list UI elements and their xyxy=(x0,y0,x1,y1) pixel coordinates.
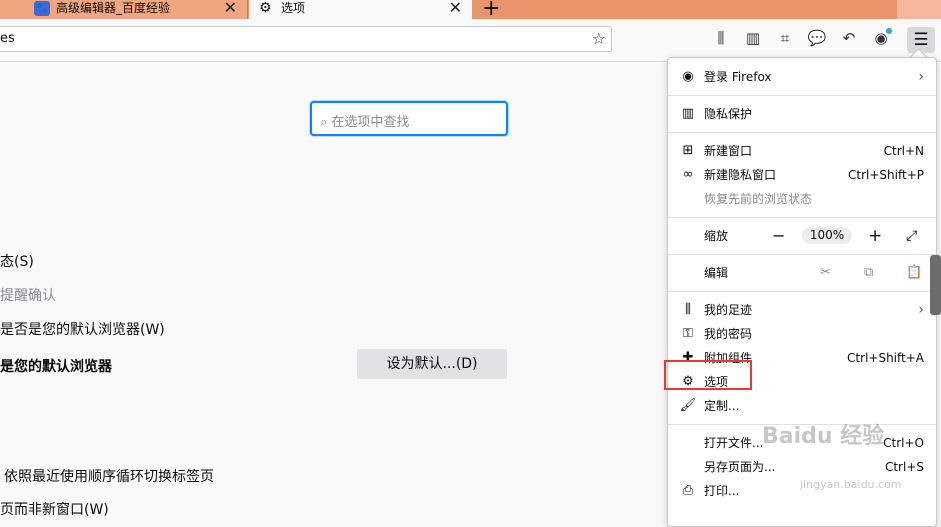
tab-strip: 🐾 高级编辑器_百度经验 ✕ ⚙ 选项 ✕ + xyxy=(0,0,941,21)
divider xyxy=(668,291,936,292)
chart-icon: ▥ xyxy=(681,106,695,121)
pref-open-links-tabs[interactable]: 页而非新窗口(W) xyxy=(0,499,109,519)
baidu-watermark: Baidu 经验 xyxy=(762,424,885,449)
undo-icon[interactable]: ↶ xyxy=(838,29,860,47)
notification-dot xyxy=(886,28,892,34)
close-tab-icon[interactable]: ✕ xyxy=(224,0,237,16)
menu-library[interactable]: ⫼ 我的足迹 › xyxy=(668,298,936,322)
zoom-in-button[interactable]: + xyxy=(868,224,882,248)
library-icon: ⫼ xyxy=(685,302,691,317)
pref-default-status: 是您的默认浏览器 xyxy=(0,359,112,375)
app-menu-panel: ◉ 登录 Firefox › ▥ 隐私保护 ⊞ 新建窗口 Ctrl+N ∞ 新建… xyxy=(667,57,937,527)
brush-icon: 🖌 xyxy=(679,398,697,413)
tab-label: 高级编辑器_百度经验 xyxy=(56,1,171,15)
chevron-right-icon: › xyxy=(918,302,924,318)
printer-icon: ⎙ xyxy=(682,483,694,498)
fullscreen-icon[interactable]: ⤢ xyxy=(906,224,917,248)
menu-logins[interactable]: ⚿ 我的密码 xyxy=(668,322,936,346)
search-placeholder: ⌕ 在选项中查找 xyxy=(320,115,410,130)
tab-baidu-editor[interactable]: 🐾 高级编辑器_百度经验 ✕ xyxy=(0,0,248,19)
menu-signin[interactable]: ◉ 登录 Firefox › xyxy=(668,65,936,89)
divider xyxy=(668,217,936,218)
nav-bar: es ☆ ⫼ ▥ ⌗ 💬 ↶ ◉ ☰ xyxy=(0,19,941,62)
divider xyxy=(668,254,936,255)
hamburger-menu-icon[interactable]: ☰ xyxy=(907,27,935,53)
chevron-right-icon: › xyxy=(918,69,924,85)
cut-icon[interactable]: ✂ xyxy=(820,261,831,285)
new-tab-button[interactable]: + xyxy=(482,0,500,21)
menu-new-window[interactable]: ⊞ 新建窗口 Ctrl+N xyxy=(668,139,936,163)
menu-private-window[interactable]: ∞ 新建隐私窗口 Ctrl+Shift+P xyxy=(668,163,936,187)
pref-ctrl-tab[interactable]: 依照最近使用顺序循环切换标签页 xyxy=(4,466,214,486)
pref-restore-session[interactable]: ⁠态(S) xyxy=(0,251,34,271)
menu-save-page[interactable]: 另存页面为... Ctrl+S xyxy=(668,455,936,479)
gear-icon: ⚙ xyxy=(259,0,272,16)
close-tab-icon[interactable]: ✕ xyxy=(449,0,462,16)
tab-label: 选项 xyxy=(281,1,306,15)
scrollbar[interactable] xyxy=(930,255,941,315)
zoom-reset-button[interactable]: 100% xyxy=(802,227,852,244)
account-icon: ◉ xyxy=(682,69,694,84)
divider xyxy=(668,95,936,96)
highlight-box xyxy=(664,360,752,390)
screenshot-icon[interactable]: ⌗ xyxy=(774,29,796,47)
divider xyxy=(668,132,936,133)
watermark-url: jingyan.baidu.com xyxy=(800,478,902,491)
pref-check-default[interactable]: 是否是您的默认浏览器(W) xyxy=(0,319,165,339)
paste-icon[interactable]: 📋 xyxy=(906,261,922,285)
menu-privacy[interactable]: ▥ 隐私保护 xyxy=(668,102,936,126)
zoom-out-button[interactable]: − xyxy=(772,224,785,248)
window-control[interactable] xyxy=(897,0,941,19)
bookmark-star-icon[interactable]: ☆ xyxy=(592,29,606,48)
baidu-favicon-icon: 🐾 xyxy=(34,1,50,16)
menu-edit: 编辑 ✂ ⧉ 📋 xyxy=(668,261,936,285)
pref-warn-quit[interactable]: 提醒确认 xyxy=(0,285,56,305)
url-bar[interactable]: es ☆ xyxy=(0,26,612,52)
options-search-input[interactable]: ⌕ 在选项中查找 xyxy=(310,101,508,136)
new-window-icon: ⊞ xyxy=(682,143,694,158)
menu-restore-session: 恢复先前的浏览状态 xyxy=(704,192,813,206)
key-icon: ⚿ xyxy=(683,326,693,341)
set-default-button[interactable]: 设为默认...(D) xyxy=(357,349,507,379)
library-icon[interactable]: ⫼ xyxy=(710,29,732,47)
menu-customize[interactable]: 🖌 定制... xyxy=(668,394,936,418)
url-text: es xyxy=(0,31,15,46)
copy-icon[interactable]: ⧉ xyxy=(864,261,873,285)
menu-zoom: 缩放 − 100% + ⤢ xyxy=(704,224,918,248)
sidebar-icon[interactable]: ▥ xyxy=(742,29,764,47)
mask-icon: ∞ xyxy=(682,167,694,182)
chat-icon[interactable]: 💬 xyxy=(806,29,828,47)
tab-options[interactable]: ⚙ 选项 ✕ xyxy=(249,0,472,19)
